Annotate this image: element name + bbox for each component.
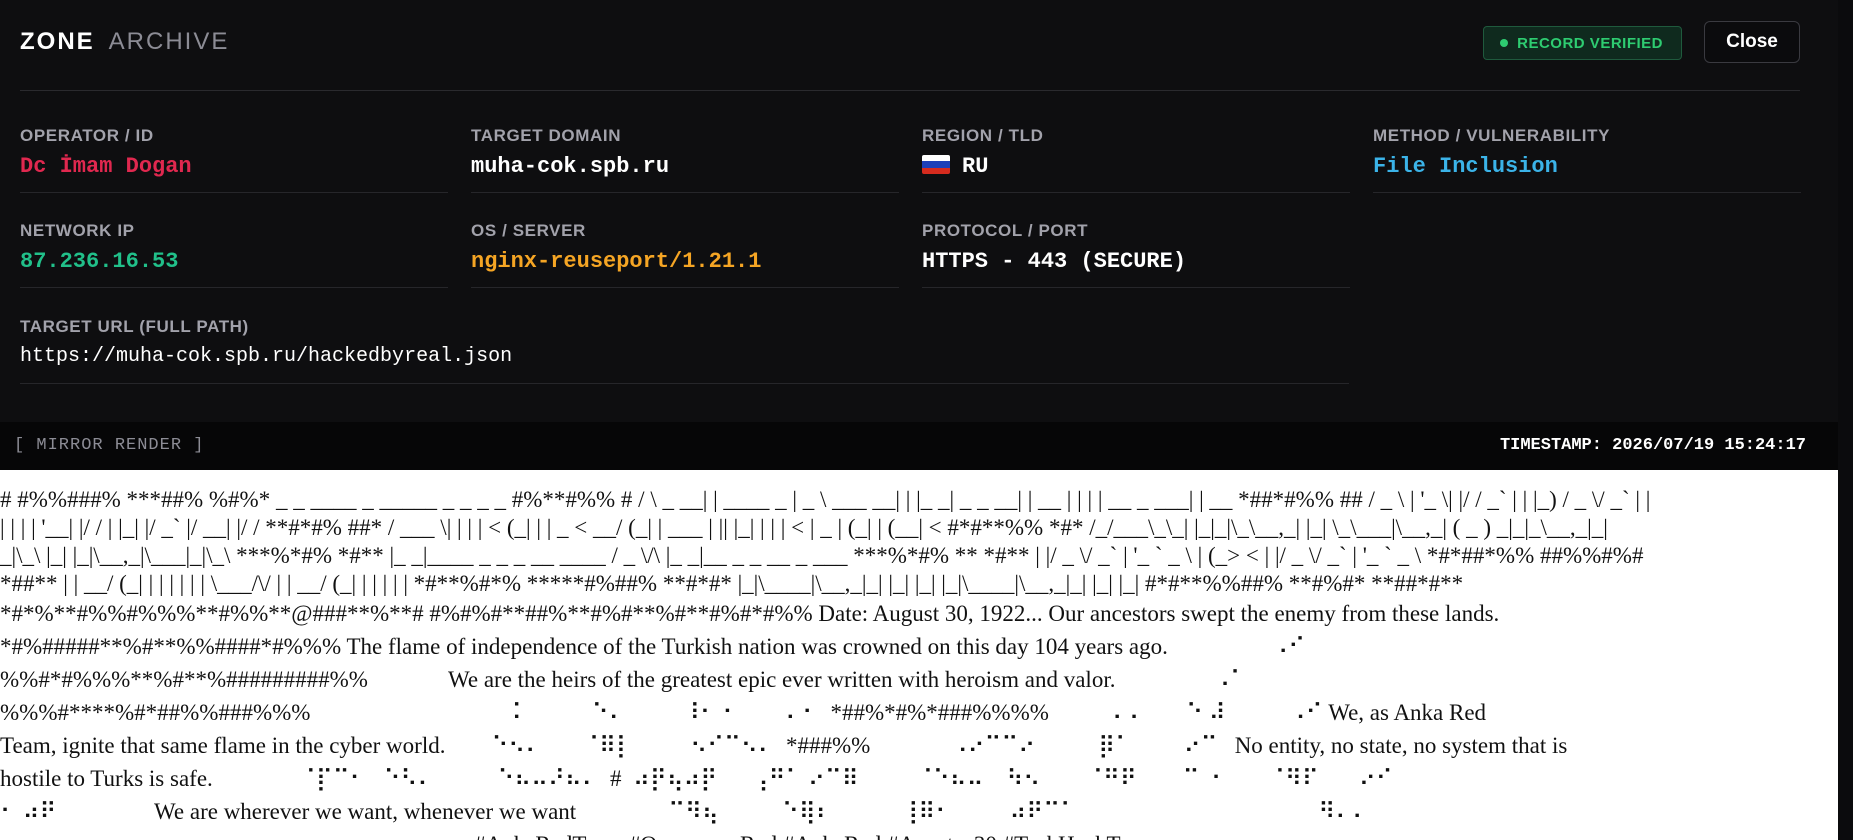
field-operator: OPERATOR / ID Dc İmam Dogan [20, 124, 448, 193]
region-value: RU [962, 154, 989, 179]
mirror-toolbar: [ MIRROR RENDER ] TIMESTAMP: 2026/07/19 … [0, 422, 1838, 470]
record-window: ZONE ARCHIVE RECORD VERIFIED Close OPERAT… [0, 0, 1838, 840]
field-target-domain: TARGET DOMAIN muha-cok.spb.ru [471, 124, 899, 193]
record-verified-badge: RECORD VERIFIED [1483, 26, 1682, 60]
os-value: nginx-reuseport/1.21.1 [471, 249, 762, 274]
field-os-server: OS / SERVER nginx-reuseport/1.21.1 [471, 219, 899, 288]
field-label: METHOD / VULNERABILITY [1373, 126, 1611, 145]
field-network-ip: NETWORK IP 87.236.16.53 [20, 219, 448, 288]
url-value[interactable]: https://muha-cok.spb.ru/hackedbyreal.jso… [20, 345, 512, 368]
ip-value: 87.236.16.53 [20, 249, 179, 274]
russia-flag-icon [922, 155, 950, 174]
mirror-render-frame[interactable]: # #%%###% ***##% %#%* _ _ ____ _ _____ _… [0, 470, 1838, 840]
brand-primary: ZONE [20, 28, 95, 55]
field-label: TARGET URL (FULL PATH) [20, 317, 249, 336]
mirror-render-label: [ MIRROR RENDER ] [14, 436, 205, 455]
badge-label: RECORD VERIFIED [1517, 34, 1663, 52]
field-method: METHOD / VULNERABILITY File Inclusion [1373, 124, 1801, 193]
operator-value: Dc İmam Dogan [20, 154, 192, 179]
status-dot-icon [1500, 39, 1509, 47]
field-label: TARGET DOMAIN [471, 126, 622, 145]
field-region: REGION / TLD RU [922, 124, 1350, 193]
render-line: Team, ignite that same flame in the cybe… [0, 733, 1568, 758]
render-line: # #%%###% ***##% %#%* _ _ ____ _ _____ _… [0, 487, 1651, 512]
page-scrollbar[interactable] [1838, 0, 1853, 840]
field-label: PROTOCOL / PORT [922, 221, 1089, 240]
brand-secondary: ARCHIVE [108, 28, 230, 55]
render-line: ⠂ ⠴⠟ We are wherever we want, whenever w… [0, 799, 1369, 824]
field-label: OPERATOR / ID [20, 126, 154, 145]
region-value-row: RU [922, 154, 988, 179]
render-line: *#%#####**%#**%%####*#%%% The flame of i… [0, 634, 1306, 659]
render-line: %%%#****%#*##%%###%%% ⠅ ⠑⠄ ⠸⠂ ⠂ ⠄⠂ *##%*… [0, 700, 1487, 725]
render-line: | | | | '__| |/ / | |_| |/ _` |/ __| |/ … [0, 515, 1608, 540]
field-protocol-port: PROTOCOL / PORT HTTPS - 443 (SECURE) [922, 219, 1350, 288]
field-target-url: TARGET URL (FULL PATH) https://muha-cok.… [20, 315, 1349, 384]
render-line: *#*%**#%%#%%%**#%%**@###**%**# #%#%#**##… [0, 601, 1500, 626]
close-button[interactable]: Close [1704, 21, 1800, 63]
render-line: hostile to Turks is safe. ⠈⡏⠉⠂ ⠑⠣⠄ ⠑⠦⠤⠜⠦… [0, 766, 1393, 791]
field-label: OS / SERVER [471, 221, 586, 240]
field-label: NETWORK IP [20, 221, 135, 240]
domain-value: muha-cok.spb.ru [471, 154, 670, 179]
render-line: ⠒⠒⠒ ⠒⠒⠒⠒ ⠒ #AnkaRedTeam #OperasyonRed #A… [0, 831, 1486, 840]
render-line: %%#*#%%%**%#**%#########%% We are the he… [0, 667, 1247, 692]
field-label: REGION / TLD [922, 126, 1044, 145]
brand-logo: ZONE ARCHIVE [20, 28, 229, 56]
timestamp: TIMESTAMP: 2026/07/19 15:24:17 [1499, 436, 1806, 455]
header: ZONE ARCHIVE RECORD VERIFIED Close [20, 0, 1800, 91]
render-line: *##** | | __/ (_| | | | | | | \___/\/ | … [0, 571, 1464, 596]
protocol-value: HTTPS - 443 (SECURE) [922, 249, 1187, 274]
method-value: File Inclusion [1373, 154, 1558, 179]
render-line: _|\_\ |_| |_|\__,_|\___|_|\_\ ***%*#% *#… [0, 543, 1644, 568]
